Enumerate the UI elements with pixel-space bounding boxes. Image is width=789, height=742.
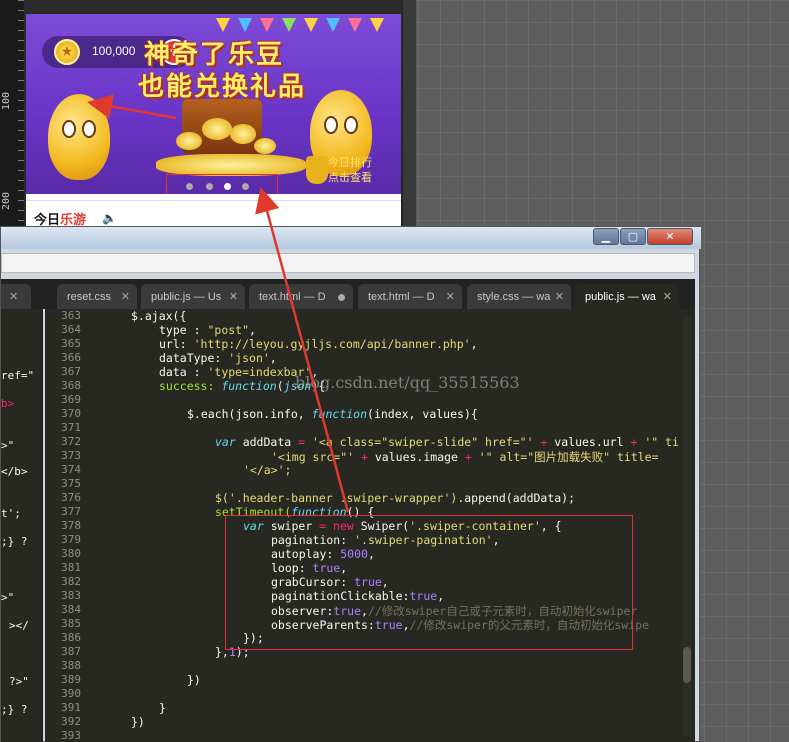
annotation-arrows — [87, 94, 350, 513]
annotation-arrow-to-pagination — [255, 187, 350, 513]
annotation-arrow-to-mascot — [87, 94, 177, 120]
